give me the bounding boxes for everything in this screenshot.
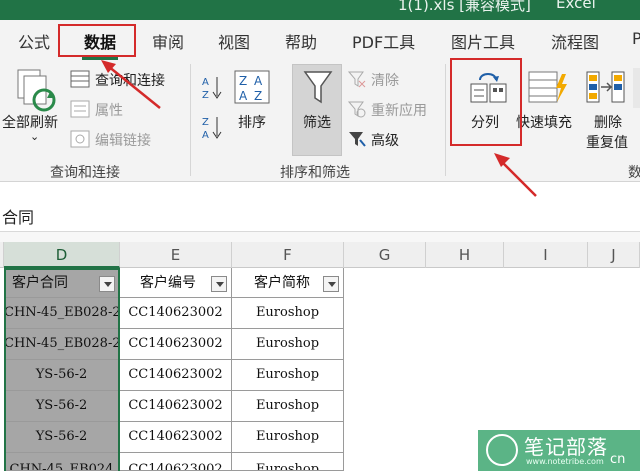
edit-links-icon xyxy=(70,130,90,148)
svg-text:A: A xyxy=(254,74,263,88)
group-divider xyxy=(190,64,191,176)
header-label-customer-short-name: 客户简称 xyxy=(254,275,310,291)
tab-flowchart[interactable]: 流程图 xyxy=(551,29,599,53)
filter-button[interactable]: 筛选 xyxy=(303,112,331,132)
tab-more[interactable]: P xyxy=(632,29,640,48)
svg-text:A: A xyxy=(202,130,209,140)
sort-button[interactable]: 排序 xyxy=(238,112,266,132)
tab-picture-tools[interactable]: 图片工具 xyxy=(451,29,515,53)
tab-view[interactable]: 视图 xyxy=(218,29,250,53)
advanced-button[interactable]: 高级 xyxy=(371,130,399,150)
column-header-i[interactable]: I xyxy=(504,242,588,268)
table-cell-contract[interactable]: CHN-45_EB028-2 xyxy=(4,298,120,329)
edit-links-button[interactable]: 编辑链接 xyxy=(95,130,151,150)
table-cell-short-name[interactable]: Euroshop xyxy=(232,360,344,391)
grid-gap xyxy=(0,232,640,242)
annotation-box-data-tab xyxy=(58,24,136,57)
svg-text:Z: Z xyxy=(202,117,209,128)
window-title: 1(1).xls [兼容模式] xyxy=(398,0,531,14)
advanced-filter-icon xyxy=(349,132,366,147)
filter-dropdown-icon[interactable] xyxy=(323,276,339,292)
table-cell-customer-id[interactable]: CC140623002 xyxy=(120,422,232,453)
table-cell-short-name[interactable]: Euroshop xyxy=(232,453,344,471)
table-cell-customer-id[interactable]: CC140623002 xyxy=(120,391,232,422)
watermark-url: www.notetribe.com xyxy=(526,457,604,466)
table-cell-contract[interactable]: YS-56-2 xyxy=(4,391,120,422)
remove-duplicates-button-line1[interactable]: 删除 xyxy=(594,112,622,132)
header-label-customer-id: 客户编号 xyxy=(140,275,196,291)
remove-duplicates-icon xyxy=(586,71,625,103)
group-label-sort-filter: 排序和筛选 xyxy=(280,165,350,181)
svg-text:A: A xyxy=(202,77,209,88)
reapply-icon xyxy=(348,101,366,118)
ribbon-overflow-edge xyxy=(633,68,640,108)
title-bar: 1(1).xls [兼容模式] Excel xyxy=(0,0,640,20)
refresh-all-icon[interactable] xyxy=(16,68,56,114)
watermark-suffix: cn xyxy=(610,452,626,467)
column-header-d[interactable]: D xyxy=(4,242,120,268)
reapply-button[interactable]: 重新应用 xyxy=(371,100,427,120)
sort-ascending-icon[interactable]: AZ xyxy=(200,74,222,100)
svg-text:Z: Z xyxy=(254,89,262,103)
pen-logo-icon xyxy=(486,434,518,466)
tab-review[interactable]: 审阅 xyxy=(152,29,184,53)
table-header-customer-id[interactable]: 客户编号 xyxy=(120,268,232,298)
filter-dropdown-icon[interactable] xyxy=(211,276,227,292)
table-cell-contract[interactable]: CHN-45_EB028-2 xyxy=(4,329,120,360)
query-connections-icon xyxy=(70,70,90,88)
column-header-h[interactable]: H xyxy=(426,242,504,268)
svg-text:Z: Z xyxy=(202,90,209,100)
table-cell-customer-id[interactable]: CC140623002 xyxy=(120,453,232,471)
table-cell-customer-id[interactable]: CC140623002 xyxy=(120,298,232,329)
flash-fill-icon xyxy=(528,71,567,103)
properties-button[interactable]: 属性 xyxy=(95,100,123,120)
query-connections-button[interactable]: 查询和连接 xyxy=(95,70,165,90)
refresh-all-button[interactable]: 全部刷新 xyxy=(2,112,58,132)
column-header-f[interactable]: F xyxy=(232,242,344,268)
tab-formulas[interactable]: 公式 xyxy=(18,29,50,53)
column-header-j[interactable]: J xyxy=(588,242,640,268)
table-header-customer-contract[interactable]: 客户合同 xyxy=(4,268,120,298)
group-label-queries: 查询和连接 xyxy=(50,165,120,181)
table-cell-short-name[interactable]: Euroshop xyxy=(232,298,344,329)
table-header-customer-short-name[interactable]: 客户简称 xyxy=(232,268,344,298)
table-cell-contract[interactable]: YS-56-2 xyxy=(4,422,120,453)
column-header-g[interactable]: G xyxy=(344,242,426,268)
watermark-name: 笔记部落 xyxy=(524,435,608,459)
svg-text:A: A xyxy=(239,89,248,103)
table-cell-short-name[interactable]: Euroshop xyxy=(232,422,344,453)
filter-funnel-icon xyxy=(303,71,333,104)
filter-dropdown-icon[interactable] xyxy=(99,276,115,292)
table-cell-contract[interactable]: YS-56-2 xyxy=(4,360,120,391)
svg-text:Z: Z xyxy=(239,74,247,88)
tab-help[interactable]: 帮助 xyxy=(285,29,317,53)
group-label-data-tools: 数 xyxy=(628,165,640,181)
flash-fill-button[interactable]: 快速填充 xyxy=(516,112,572,132)
formula-bar[interactable]: 合同 xyxy=(0,198,640,232)
tab-pdf-tools[interactable]: PDF工具 xyxy=(352,29,415,53)
sort-dialog-icon[interactable]: ZA AZ xyxy=(234,70,270,104)
clear-button[interactable]: 清除 xyxy=(371,70,399,90)
remove-duplicates-button-line2[interactable]: 重复值 xyxy=(586,132,628,152)
ribbon-data: 全部刷新 ⌄ 查询和连接 属性 编辑链接 查询和连接 AZ ZA ZA AZ 排… xyxy=(0,60,640,182)
table-cell-short-name[interactable]: Euroshop xyxy=(232,391,344,422)
refresh-all-dropdown-chevron-icon[interactable]: ⌄ xyxy=(30,130,39,143)
annotation-box-text-to-columns xyxy=(450,58,522,146)
formula-bar-value[interactable]: 合同 xyxy=(2,204,34,228)
clear-filter-icon xyxy=(348,71,366,88)
column-headers: D E F G H I J xyxy=(0,242,640,268)
table-cell-customer-id[interactable]: CC140623002 xyxy=(120,360,232,391)
table-cell-short-name[interactable]: Euroshop xyxy=(232,329,344,360)
column-header-e[interactable]: E xyxy=(120,242,232,268)
watermark: 笔记部落 www.notetribe.com cn xyxy=(478,430,640,471)
app-name: Excel xyxy=(556,0,596,12)
table-cell-customer-id[interactable]: CC140623002 xyxy=(120,329,232,360)
table-cell-contract[interactable]: CHN-45_EB024 xyxy=(4,453,120,471)
group-divider xyxy=(445,64,446,176)
sort-descending-icon[interactable]: ZA xyxy=(200,114,222,140)
header-label-customer-contract: 客户合同 xyxy=(12,275,68,291)
properties-icon xyxy=(70,100,90,118)
